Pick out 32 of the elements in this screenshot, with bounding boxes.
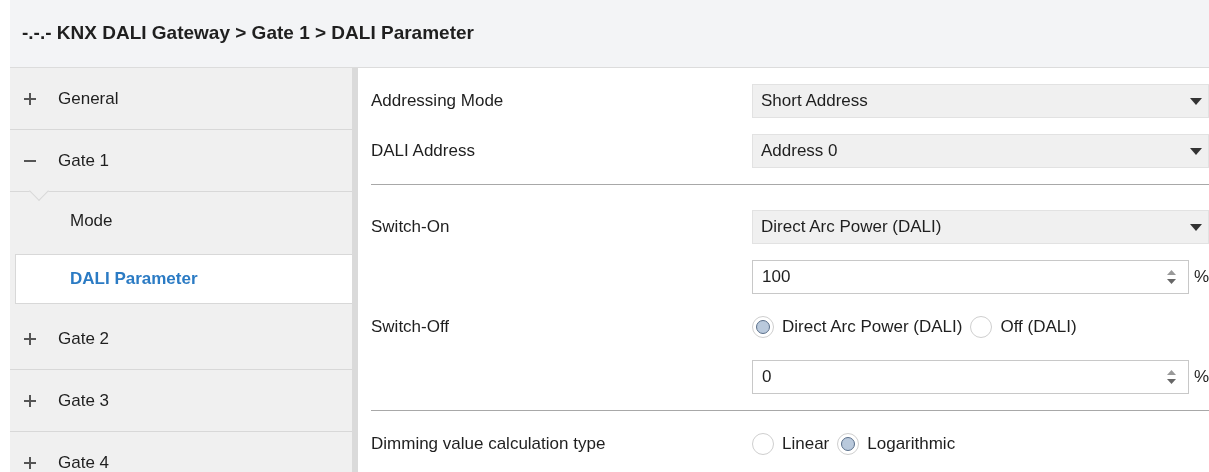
breadcrumb-title: -.-.- KNX DALI Gateway > Gate 1 > DALI Parameter: [22, 21, 474, 46]
tree-item[interactable]: Gate 4: [10, 432, 352, 472]
field-label: DALI Address: [371, 141, 475, 161]
dropdown-caret-icon: [1190, 147, 1202, 155]
number-field[interactable]: 100: [752, 260, 1189, 294]
dropdown[interactable]: Direct Arc Power (DALI): [752, 210, 1209, 244]
dropdown-caret-icon: [1190, 97, 1202, 105]
radio-option[interactable]: Direct Arc Power (DALI): [752, 314, 963, 340]
field-label: Switch-On: [371, 217, 450, 237]
radio-option[interactable]: Off (DALI): [970, 314, 1077, 340]
number-field[interactable]: 0: [752, 360, 1189, 394]
dropdown[interactable]: Short Address: [752, 84, 1209, 118]
spinner-arrows-icon: [1166, 369, 1176, 385]
radio-button[interactable]: [970, 316, 993, 338]
tree-item[interactable]: Mode: [10, 192, 352, 250]
radio-button[interactable]: [752, 316, 774, 338]
tree-item[interactable]: Gate 3: [10, 370, 352, 432]
radio-option[interactable]: Logarithmic: [837, 431, 956, 457]
field-label: Dimming value calculation type: [371, 434, 606, 454]
radio-button[interactable]: [837, 433, 860, 455]
dropdown[interactable]: Address 0: [752, 134, 1209, 168]
tree-item[interactable]: Gate 2: [10, 308, 352, 370]
field-label: Switch-Off: [371, 317, 450, 337]
field-label: Addressing Mode: [371, 91, 504, 111]
dropdown-caret-icon: [1190, 223, 1202, 231]
tree-item[interactable]: DALI Parameter: [15, 254, 352, 304]
spinner-arrows-icon: [1166, 269, 1176, 285]
tree-item[interactable]: General: [10, 68, 352, 130]
unit-label: %: [1193, 266, 1209, 289]
unit-label: %: [1193, 366, 1209, 389]
radio-button[interactable]: [752, 433, 774, 455]
radio-option[interactable]: Linear: [752, 431, 830, 457]
